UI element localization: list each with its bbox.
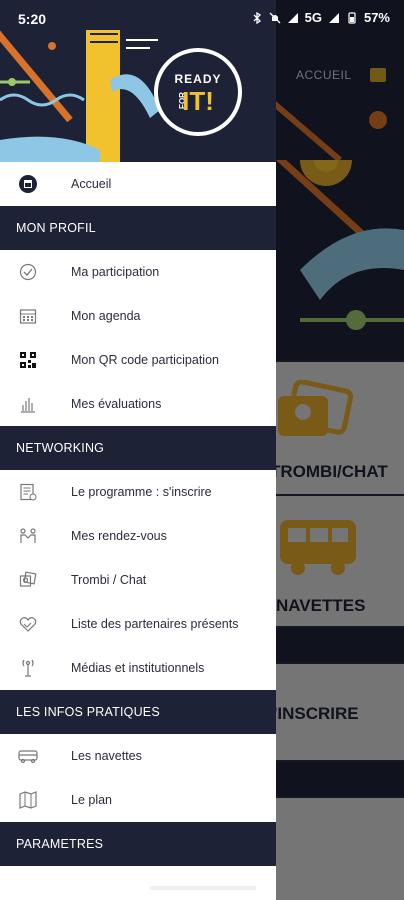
status-time: 5:20 xyxy=(18,11,47,27)
section-header-networking: NETWORKING xyxy=(0,426,276,470)
bus-icon xyxy=(18,746,38,766)
mute-icon xyxy=(269,12,281,23)
drawer-item-label: Mes rendez-vous xyxy=(71,529,167,543)
calendar-icon xyxy=(18,306,38,326)
bar-chart-icon xyxy=(18,394,38,414)
photos-icon xyxy=(18,570,38,590)
navigation-drawer: READY FOR IT! Accueil MON PROFIL Ma part… xyxy=(0,0,276,900)
drawer-item-mes-evaluations[interactable]: Mes évaluations xyxy=(0,382,276,426)
drawer-item-trombi-chat[interactable]: Trombi / Chat xyxy=(0,558,276,602)
drawer-item-medias[interactable]: Médias et institutionnels xyxy=(0,646,276,690)
drawer-item-label: Médias et institutionnels xyxy=(71,661,205,675)
drawer-item-label: Mes évaluations xyxy=(71,397,162,411)
drawer-item-label: Ma participation xyxy=(71,265,160,279)
ready-for-it-logo: READY FOR IT! xyxy=(154,48,242,136)
drawer-item-mon-agenda[interactable]: Mon agenda xyxy=(0,294,276,338)
drawer-item-label: Le programme : s'inscrire xyxy=(71,485,212,499)
logo-line-1: READY xyxy=(174,72,222,86)
drawer-item-label: Liste des partenaires présents xyxy=(71,617,239,631)
status-bar: 5:20 5G 57% xyxy=(0,0,404,36)
meeting-icon xyxy=(18,526,38,546)
drawer-item-qr-code[interactable]: Mon QR code participation xyxy=(0,338,276,382)
drawer-item-navettes[interactable]: Les navettes xyxy=(0,734,276,778)
battery-percent: 57% xyxy=(363,10,390,25)
drawer-item-label: Le plan xyxy=(71,793,113,807)
wifi-signal-icon xyxy=(287,12,298,23)
battery-icon xyxy=(348,11,356,24)
logo-line-2: IT! xyxy=(182,86,214,116)
check-circle-icon xyxy=(18,262,38,282)
drawer-item-accueil[interactable]: Accueil xyxy=(0,162,276,206)
drawer-item-ma-participation[interactable]: Ma participation xyxy=(0,250,276,294)
cell-signal-icon xyxy=(328,12,339,23)
handshake-icon xyxy=(18,614,38,634)
section-header-parametres: PARAMETRES xyxy=(0,822,276,866)
gesture-home-indicator[interactable] xyxy=(150,886,256,890)
antenna-icon xyxy=(18,658,38,678)
drawer-item-rendez-vous[interactable]: Mes rendez-vous xyxy=(0,514,276,558)
document-icon xyxy=(18,482,38,502)
drawer-item-label: Mon QR code participation xyxy=(71,353,219,367)
bluetooth-icon xyxy=(253,11,261,24)
drawer-item-label: Mon agenda xyxy=(71,309,141,323)
drawer-item-label: Accueil xyxy=(71,177,112,191)
drawer-item-programme[interactable]: Le programme : s'inscrire xyxy=(0,470,276,514)
drawer-item-label: Trombi / Chat xyxy=(71,573,147,587)
status-icons: 5G 57% xyxy=(251,10,390,25)
drawer-item-partenaires[interactable]: Liste des partenaires présents xyxy=(0,602,276,646)
map-icon xyxy=(18,790,38,810)
home-logo-icon xyxy=(18,174,38,194)
network-type: 5G xyxy=(304,10,322,25)
section-header-infos-pratiques: LES INFOS PRATIQUES xyxy=(0,690,276,734)
drawer-item-label: Les navettes xyxy=(71,749,142,763)
qr-code-icon xyxy=(18,350,38,370)
drawer-item-plan[interactable]: Le plan xyxy=(0,778,276,822)
section-header-mon-profil: MON PROFIL xyxy=(0,206,276,250)
